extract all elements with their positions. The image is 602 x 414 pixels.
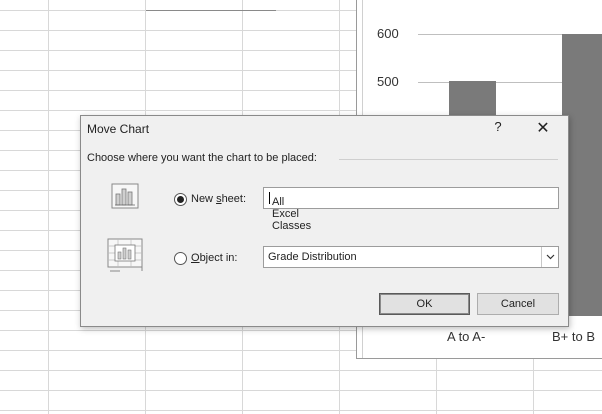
dialog-title: Move Chart: [87, 122, 150, 136]
object-in-label[interactable]: Object in:: [191, 252, 237, 264]
separator: [339, 159, 558, 160]
text-caret: [269, 192, 270, 204]
ok-button[interactable]: OK: [379, 293, 470, 315]
cell-border: [146, 6, 276, 11]
object-in-select[interactable]: Grade Distribution: [263, 246, 559, 268]
y-tick-600: 600: [377, 26, 399, 41]
new-sheet-name-value: All Excel Classes: [272, 196, 312, 232]
help-button[interactable]: ?: [488, 119, 508, 134]
object-in-accelerator: O: [191, 252, 200, 264]
object-in-radio[interactable]: [174, 252, 187, 265]
new-sheet-label-suffix: heet:: [221, 193, 247, 205]
placement-prompt: Choose where you want the chart to be pl…: [87, 152, 317, 164]
move-chart-dialog: Move Chart ? ✕ Choose where you want the…: [80, 115, 569, 327]
new-sheet-radio[interactable]: [174, 193, 187, 206]
chevron-down-icon[interactable]: [541, 247, 558, 267]
chart-sheet-icon: [109, 182, 143, 212]
category-label-b: B+ to B: [552, 329, 595, 344]
object-in-label-suffix: bject in:: [199, 252, 238, 264]
y-tick-500: 500: [377, 74, 399, 89]
close-button[interactable]: ✕: [531, 118, 555, 138]
object-in-value: Grade Distribution: [268, 251, 357, 263]
new-sheet-label[interactable]: New sheet:: [191, 193, 246, 205]
cancel-button[interactable]: Cancel: [477, 293, 559, 315]
category-label-a: A to A-: [447, 329, 486, 344]
embedded-chart-icon: [106, 237, 146, 273]
new-sheet-name-input[interactable]: All Excel Classes: [263, 187, 559, 232]
new-sheet-label-prefix: New: [191, 193, 217, 205]
